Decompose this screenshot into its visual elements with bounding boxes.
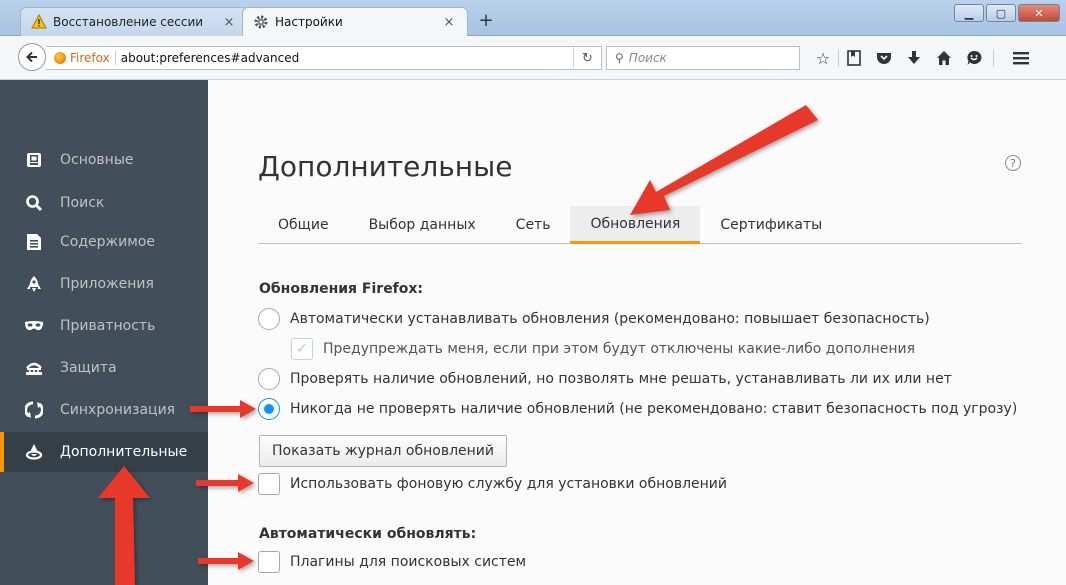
window-controls: ▁ ▢ ✕ [954, 4, 1060, 22]
help-icon[interactable]: ? [1005, 155, 1021, 171]
hello-chat-icon[interactable] [959, 46, 989, 70]
tab-label: Восстановление сессии [53, 15, 204, 29]
page-title: Дополнительные [258, 150, 513, 183]
tab-label: Настройки [275, 15, 343, 29]
gear-icon [253, 14, 269, 30]
sidebar-item-applications[interactable]: Приложения [0, 264, 208, 304]
downloads-icon[interactable] [899, 46, 929, 70]
content-top-gap [0, 80, 1066, 100]
never-check-radio[interactable] [258, 398, 280, 420]
tab-general[interactable]: Общие [258, 206, 349, 244]
home-icon[interactable] [929, 46, 959, 70]
auto-install-option[interactable]: Автоматически устанавливать обновления (… [258, 308, 930, 330]
pocket-icon[interactable] [869, 46, 899, 70]
sidebar-item-general[interactable]: Основные [0, 140, 208, 180]
back-button[interactable] [18, 43, 46, 71]
auto-update-heading: Автоматически обновлять: [259, 526, 477, 542]
option-label: Плагины для поисковых систем [290, 554, 527, 570]
tab-settings[interactable]: Настройки × [242, 7, 468, 36]
tab-data-choices[interactable]: Выбор данных [349, 206, 496, 244]
show-update-history-button[interactable]: Показать журнал обновлений [259, 435, 508, 467]
option-label: Проверять наличие обновлений, но позволя… [290, 371, 952, 387]
background-service-option[interactable]: Использовать фоновую службу для установк… [258, 473, 727, 495]
sidebar-item-advanced[interactable]: Дополнительные [0, 432, 208, 472]
hamburger-menu-icon[interactable] [1006, 46, 1036, 70]
sidebar-item-label: Защита [60, 360, 117, 376]
updates-heading: Обновления Firefox: [259, 281, 424, 297]
bookmarks-menu-icon[interactable] [839, 46, 869, 70]
tab-updates[interactable]: Обновления [570, 206, 701, 244]
reload-icon[interactable]: ↻ [573, 47, 601, 69]
firefox-icon [54, 52, 66, 64]
sidebar-item-security[interactable]: Защита [0, 348, 208, 388]
option-label: Предупреждать меня, если при этом будут … [323, 341, 916, 357]
navigation-toolbar: Firefox about:preferences#advanced ↻ ⚲ П… [0, 36, 1066, 80]
check-let-choose-radio[interactable] [258, 368, 280, 390]
check-let-choose-option[interactable]: Проверять наличие обновлений, но позволя… [258, 368, 952, 390]
url-text[interactable]: about:preferences#advanced [121, 51, 573, 65]
sidebar-item-label: Поиск [60, 195, 105, 211]
toolbar-divider [993, 49, 994, 67]
search-plugins-option[interactable]: Плагины для поисковых систем [258, 551, 526, 573]
search-icon [24, 193, 44, 213]
tab-strip: Восстановление сессии × Настройки × + ▁ … [0, 0, 1066, 36]
search-placeholder: Поиск [628, 51, 667, 65]
back-arrow-icon [26, 51, 37, 63]
auto-install-radio[interactable] [258, 308, 280, 330]
close-window-button[interactable]: ✕ [1018, 4, 1060, 22]
identity-label: Firefox [70, 51, 110, 65]
content-icon [24, 232, 44, 252]
maximize-button[interactable]: ▢ [986, 4, 1016, 22]
close-tab-icon[interactable]: × [221, 15, 237, 30]
search-plugins-checkbox[interactable] [258, 551, 280, 573]
general-icon [24, 150, 44, 170]
close-tab-icon[interactable]: × [441, 15, 457, 30]
sidebar-item-label: Содержимое [60, 234, 155, 250]
new-tab-button[interactable]: + [475, 10, 497, 32]
tab-session-restore[interactable]: Восстановление сессии × [20, 7, 248, 36]
tab-certificates[interactable]: Сертификаты [700, 206, 842, 244]
option-label: Никогда не проверять наличие обновлений … [290, 401, 1018, 417]
search-bar[interactable]: ⚲ Поиск [606, 46, 800, 70]
sidebar-item-label: Приватность [60, 318, 156, 334]
search-icon: ⚲ [615, 51, 624, 65]
warning-icon [31, 14, 47, 30]
option-label: Автоматически устанавливать обновления (… [290, 311, 930, 327]
sync-icon [24, 400, 44, 420]
wizard-icon [24, 442, 44, 462]
warn-addons-checkbox[interactable]: ✓ [291, 338, 313, 360]
sidebar-item-label: Основные [60, 152, 134, 168]
minimize-button[interactable]: ▁ [954, 4, 984, 22]
background-service-checkbox[interactable] [258, 473, 280, 495]
sidebar-item-privacy[interactable]: Приватность [0, 306, 208, 346]
security-icon [24, 358, 44, 378]
url-bar[interactable]: Firefox about:preferences#advanced ↻ [46, 46, 602, 70]
sidebar-item-content[interactable]: Содержимое [0, 222, 208, 262]
bookmark-star-icon[interactable]: ☆ [808, 46, 838, 70]
sidebar-item-label: Дополнительные [60, 444, 188, 460]
toolbar-icons: ☆ [808, 46, 1036, 70]
tab-network[interactable]: Сеть [496, 206, 571, 244]
preferences-sidebar: Основные Поиск Содержимое Приложения При… [0, 100, 208, 585]
advanced-tabs: Общие Выбор данных Сеть Обновления Серти… [258, 206, 1022, 244]
warn-addons-option[interactable]: ✓ Предупреждать меня, если при этом буду… [291, 338, 915, 360]
sidebar-item-sync[interactable]: Синхронизация [0, 390, 208, 430]
rocket-icon [24, 274, 44, 294]
mask-icon [24, 316, 44, 336]
preferences-pane: Дополнительные ? Общие Выбор данных Сеть… [208, 100, 1066, 585]
url-separator [114, 51, 116, 65]
sidebar-item-label: Приложения [60, 276, 154, 292]
never-check-option[interactable]: Никогда не проверять наличие обновлений … [258, 398, 1017, 420]
sidebar-item-search[interactable]: Поиск [0, 184, 208, 222]
sidebar-item-label: Синхронизация [60, 402, 176, 418]
option-label: Использовать фоновую службу для установк… [290, 476, 727, 492]
